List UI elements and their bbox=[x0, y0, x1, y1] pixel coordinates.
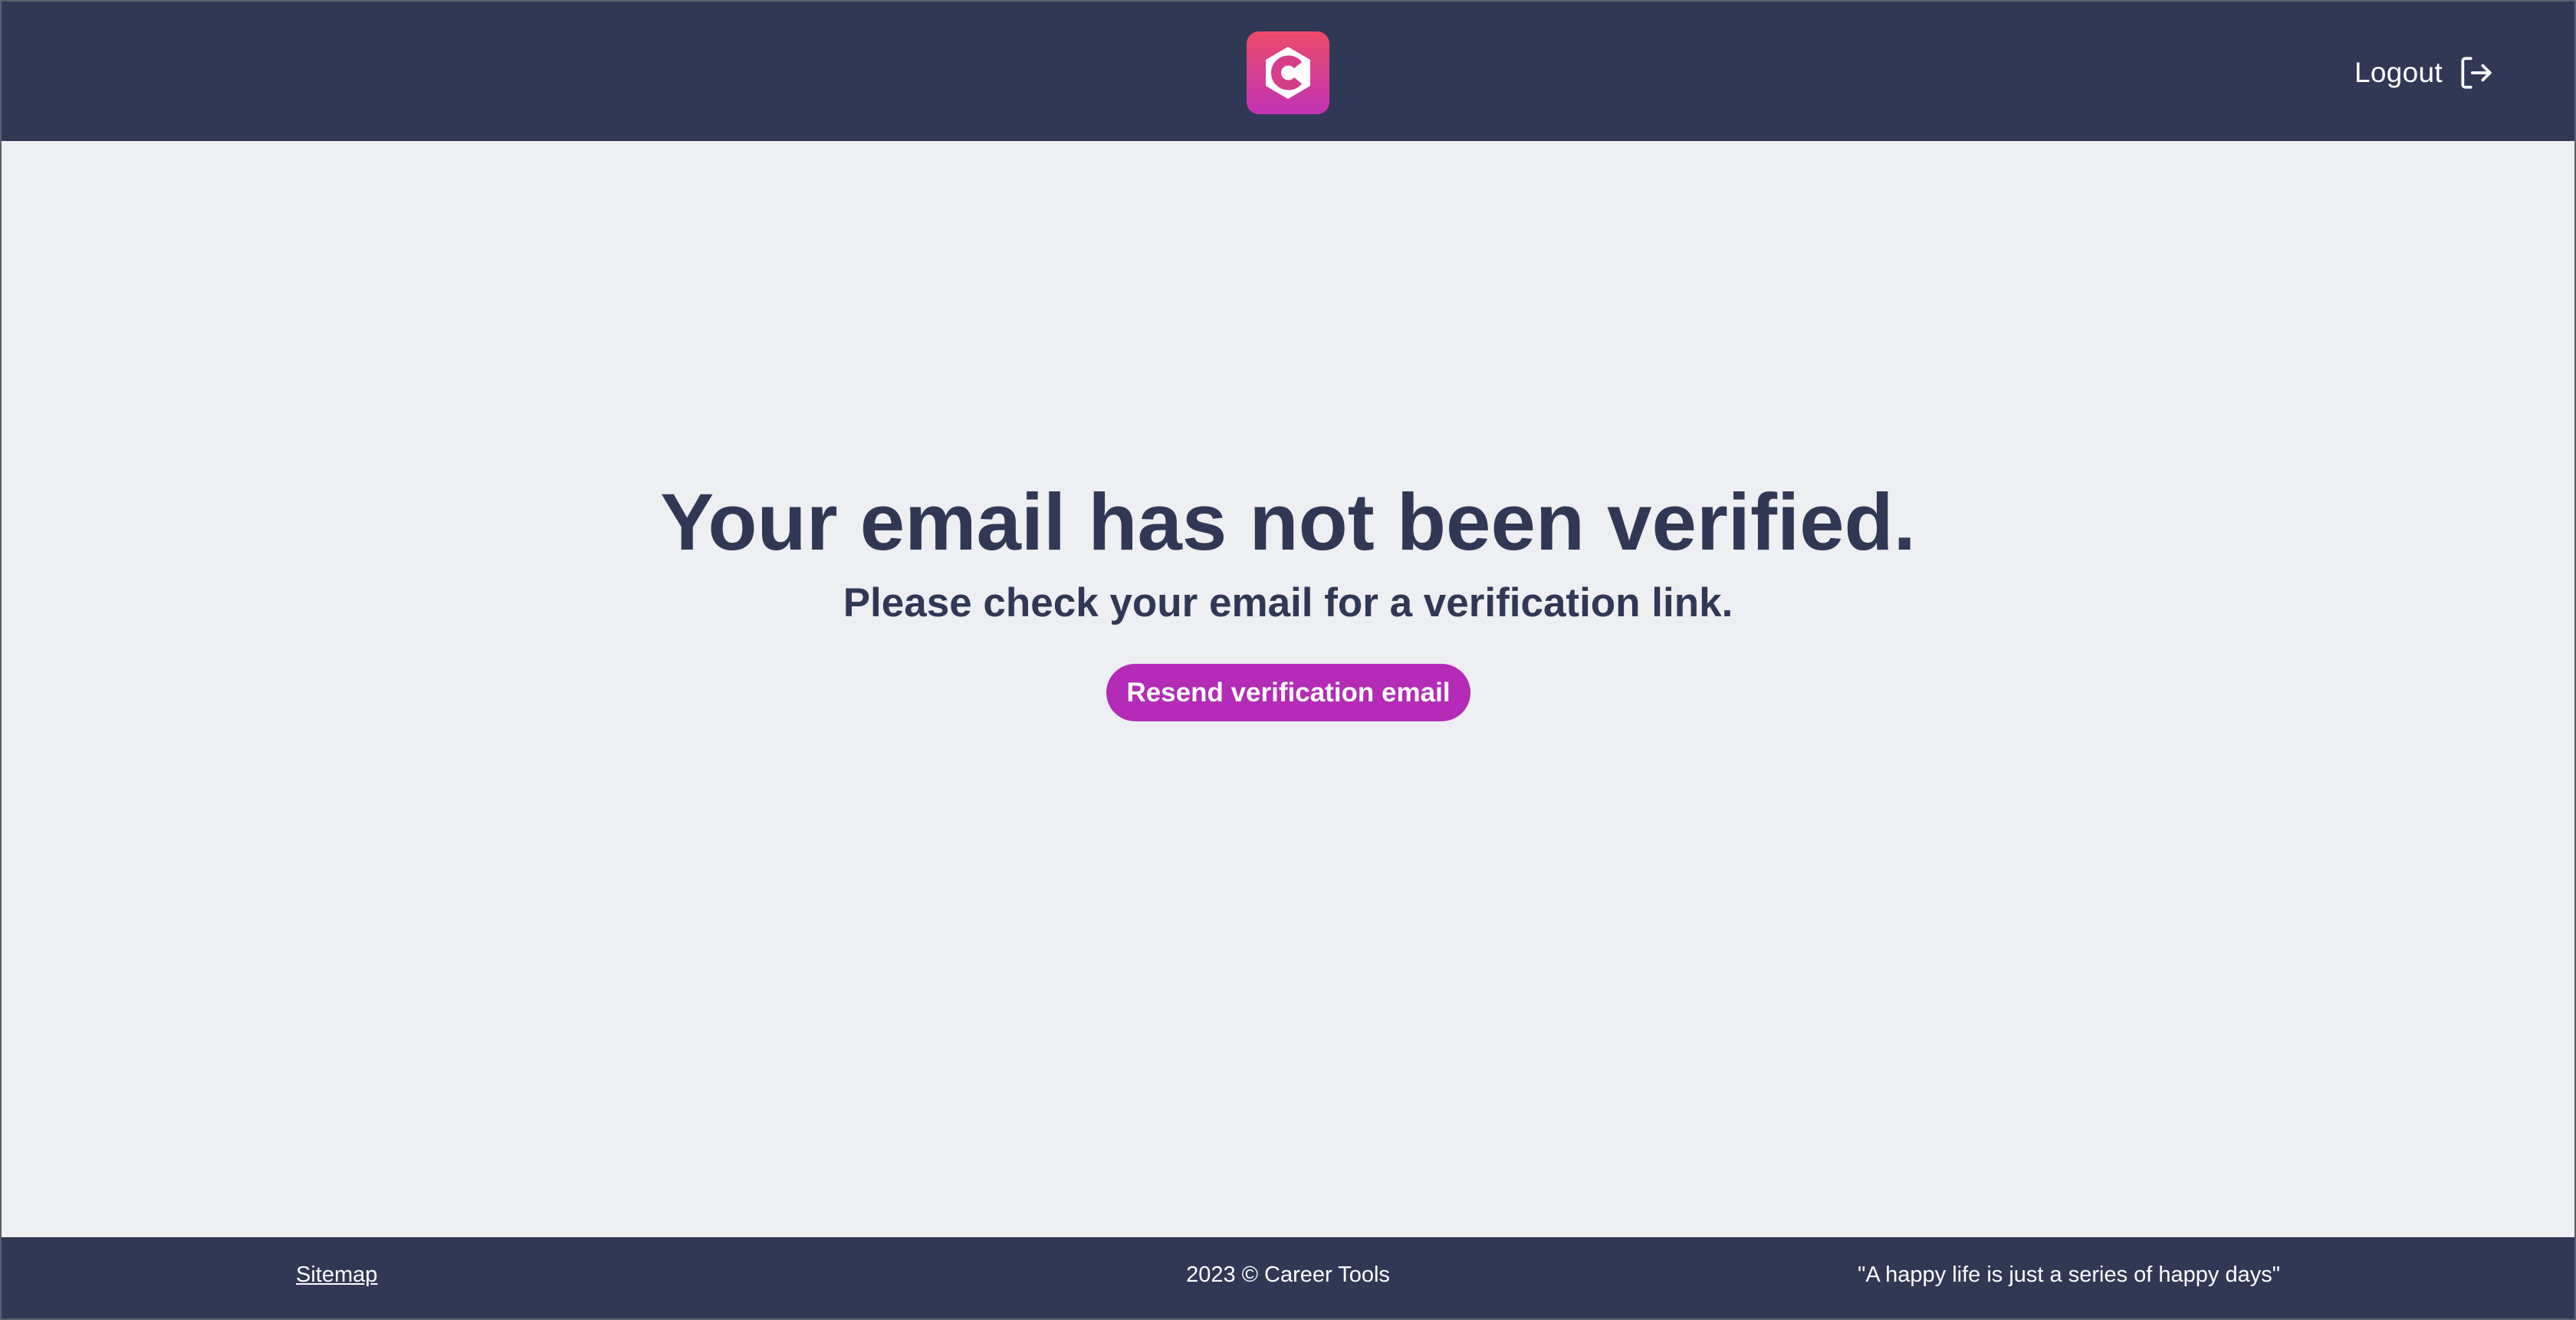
verification-notice: Your email has not been verified. Please… bbox=[2, 141, 2574, 1237]
resend-verification-button[interactable]: Resend verification email bbox=[1106, 664, 1470, 721]
app-logo[interactable] bbox=[1247, 31, 1329, 114]
footer: Sitemap 2023 © Career Tools "A happy lif… bbox=[2, 1237, 2574, 1318]
logout-icon bbox=[2461, 57, 2492, 89]
logo-mark-icon bbox=[1266, 47, 1310, 99]
page-title: Your email has not been verified. bbox=[660, 478, 1916, 567]
logout-button[interactable]: Logout bbox=[2354, 48, 2495, 98]
footer-quote: "A happy life is just a series of happy … bbox=[1858, 1263, 2280, 1287]
top-navbar: Logout bbox=[2, 2, 2574, 141]
page-subtitle: Please check your email for a verificati… bbox=[843, 580, 1733, 626]
page: Logout Your email has not been verified.… bbox=[0, 0, 2576, 1320]
logout-label: Logout bbox=[2354, 57, 2443, 88]
